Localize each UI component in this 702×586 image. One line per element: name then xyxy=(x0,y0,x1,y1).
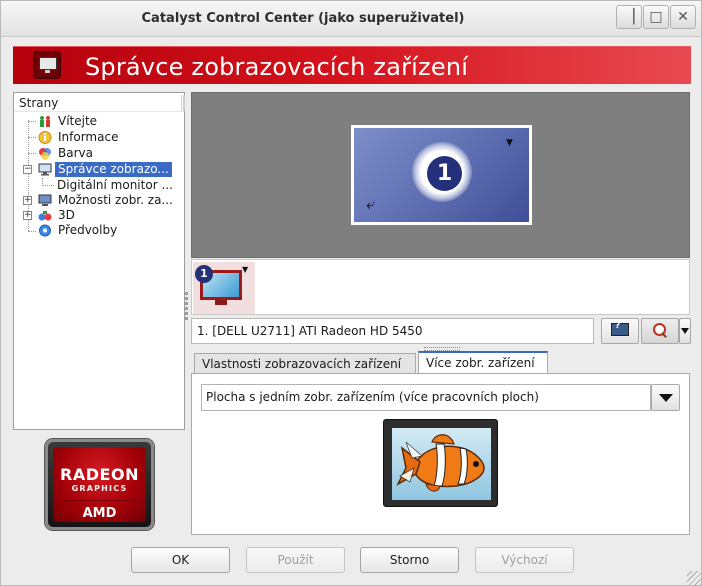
tab-multiple-displays[interactable]: Více zobr. zařízení xyxy=(418,351,548,374)
tree-header-splitter[interactable] xyxy=(183,95,185,111)
defaults-button[interactable]: Výchozí xyxy=(475,547,574,573)
chevron-down-icon xyxy=(658,393,673,402)
cancel-button[interactable]: Storno xyxy=(360,547,459,573)
detect-displays-button[interactable] xyxy=(641,318,679,344)
tree-item-welcome[interactable]: Vítejte xyxy=(38,114,100,129)
monitor-stand-icon xyxy=(215,300,227,305)
color-wheel-icon xyxy=(38,147,52,160)
tree-header: Strany xyxy=(14,93,184,112)
tree-item-digital-monitor[interactable]: Digitální monitor ... xyxy=(54,178,176,193)
display-thumbnail-strip: 1 ▼ xyxy=(191,259,690,315)
tree-item-label: Digitální monitor ... xyxy=(57,178,173,192)
monitor-help-icon xyxy=(611,321,629,339)
tab-display-properties[interactable]: Vlastnosti zobrazovacích zařízení xyxy=(194,353,416,373)
multi-display-mode-select[interactable]: Plocha s jedním zobr. zařízením (více pr… xyxy=(201,384,651,411)
window-title: Catalyst Control Center (jako superuživa… xyxy=(141,11,465,26)
display-manager-icon xyxy=(38,163,52,176)
page-header-banner: Správce zobrazovacích zařízení xyxy=(13,46,691,84)
tree-item-preferences[interactable]: Předvolby xyxy=(38,223,120,238)
pages-tree[interactable]: Strany Vítejte Informace Barva − Správce… xyxy=(13,92,185,430)
clownfish-image xyxy=(392,428,491,500)
identify-display-button[interactable] xyxy=(601,318,639,344)
minimize-button[interactable]: ▕ xyxy=(616,5,642,29)
tree-item-label: 3D xyxy=(58,208,75,222)
display-selector[interactable]: 1. [DELL U2711] ATI Radeon HD 5450 xyxy=(191,318,594,344)
tree-line xyxy=(28,153,36,154)
magnifier-icon xyxy=(652,323,668,339)
desktop-layout-preview[interactable]: 1 ▼ ⤶ xyxy=(191,92,690,258)
title-bar[interactable]: Catalyst Control Center (jako superuživa… xyxy=(1,1,701,37)
close-icon: ✕ xyxy=(677,9,689,25)
tree-item-label: Možnosti zobr. za... xyxy=(58,193,173,207)
tree-item-display-options[interactable]: Možnosti zobr. za... xyxy=(38,193,176,208)
thumbnail-menu-arrow-icon[interactable]: ▼ xyxy=(242,265,248,274)
tree-line xyxy=(28,231,36,232)
multi-display-mode-illustration xyxy=(383,419,498,507)
display-number-badge: 1 xyxy=(427,156,462,191)
minimize-icon: ▕ xyxy=(623,9,635,25)
tree-item-label: Barva xyxy=(58,146,93,160)
tree-line xyxy=(28,121,36,122)
page-title: Správce zobrazovacích zařízení xyxy=(85,53,469,81)
display-tile[interactable]: 1 ▼ ⤶ xyxy=(351,125,532,225)
tree-line xyxy=(28,137,36,138)
detect-options-dropdown-button[interactable] xyxy=(679,318,691,344)
display-thumbnail[interactable]: 1 ▼ xyxy=(193,262,255,314)
logo-line-amd: AMD xyxy=(82,506,117,521)
apply-button[interactable]: Použít xyxy=(246,547,345,573)
tree-item-color[interactable]: Barva xyxy=(38,146,96,161)
logo-line-graphics: GRAPHICS xyxy=(71,484,128,493)
multi-display-mode-dropdown-button[interactable] xyxy=(651,384,680,411)
tree-item-display-manager[interactable]: Správce zobrazo... xyxy=(38,162,172,177)
logo-line-radeon: RADEON xyxy=(60,465,139,484)
maximize-icon: □ xyxy=(649,9,663,25)
radeon-graphics-logo: RADEON GRAPHICS AMD xyxy=(45,439,154,530)
tree-item-label: Předvolby xyxy=(58,223,118,237)
collapse-expander[interactable]: − xyxy=(23,165,32,174)
main-window: Catalyst Control Center (jako superuživa… xyxy=(0,0,702,586)
expand-expander[interactable]: + xyxy=(23,196,32,205)
logo-divider xyxy=(63,500,136,501)
logo-panel: RADEON GRAPHICS AMD xyxy=(53,447,146,522)
tree-item-label: Informace xyxy=(58,130,119,144)
preferences-icon xyxy=(38,224,52,237)
display-menu-arrow-icon[interactable]: ▼ xyxy=(506,138,513,148)
tree-item-label: Vítejte xyxy=(58,114,98,128)
close-button[interactable]: ✕ xyxy=(670,5,696,29)
tree-item-3d[interactable]: 3D xyxy=(38,208,78,223)
display-options-icon xyxy=(38,194,52,207)
tree-item-information[interactable]: Informace xyxy=(38,130,121,145)
tree-line xyxy=(42,185,54,186)
display-manager-header-icon xyxy=(33,51,61,79)
chevron-down-icon xyxy=(681,328,689,334)
info-icon xyxy=(38,131,52,144)
expand-expander[interactable]: + xyxy=(23,211,32,220)
rotate-arrow-icon[interactable]: ⤶ xyxy=(366,194,375,214)
welcome-people-icon xyxy=(38,115,52,128)
panel-splitter-grip[interactable] xyxy=(185,292,189,332)
tree-item-label: Správce zobrazo... xyxy=(55,162,172,177)
ok-button[interactable]: OK xyxy=(131,547,230,573)
3d-icon xyxy=(38,209,52,222)
resize-grip[interactable] xyxy=(687,571,701,585)
maximize-button[interactable]: □ xyxy=(643,5,669,29)
thumbnail-number-badge: 1 xyxy=(195,265,213,283)
